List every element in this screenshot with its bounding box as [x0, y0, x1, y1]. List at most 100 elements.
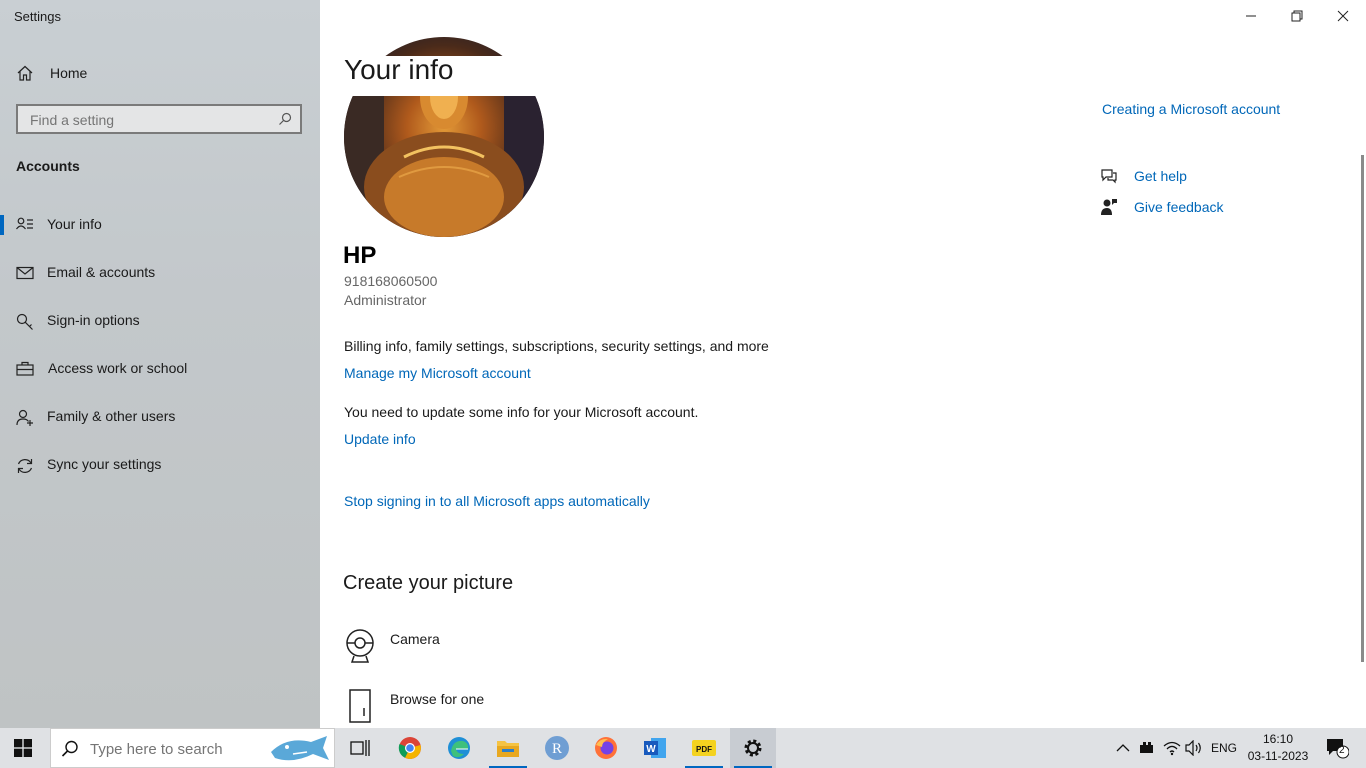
clock[interactable]: 16:10 03-11-2023	[1244, 731, 1312, 765]
home-button[interactable]: Home	[16, 62, 87, 84]
window-title: Settings	[14, 9, 61, 24]
update-description: You need to update some info for your Mi…	[344, 404, 699, 420]
taskbar-search-input[interactable]	[88, 740, 272, 759]
svg-text:W: W	[646, 744, 656, 755]
sidebar: Settings Home Accounts Your info Email &…	[0, 0, 320, 728]
user-phone: 918168060500	[344, 273, 438, 289]
key-icon	[16, 313, 34, 330]
search-icon[interactable]	[278, 112, 292, 131]
notification-icon	[1327, 739, 1349, 759]
header-band	[320, 56, 1366, 96]
sidebar-item-label: Access work or school	[48, 360, 188, 376]
update-info-link[interactable]: Update info	[344, 431, 416, 447]
taskbar: R W PDF ENG 16:10 03-11-2023 2	[0, 728, 1366, 768]
user-role: Administrator	[344, 292, 427, 308]
folder-icon	[497, 741, 519, 757]
network-button[interactable]	[1162, 728, 1182, 768]
minimize-button[interactable]	[1240, 8, 1262, 24]
svg-text:PDF: PDF	[696, 745, 712, 754]
chevron-up-icon	[1116, 744, 1130, 752]
sync-icon	[16, 457, 34, 473]
task-view-icon	[350, 740, 370, 756]
sidebar-item-label: Family & other users	[47, 408, 176, 424]
clock-time: 16:10	[1262, 732, 1294, 746]
restore-icon	[1291, 10, 1303, 22]
search-highlight-icon	[271, 736, 329, 761]
manage-account-link[interactable]: Manage my Microsoft account	[344, 365, 531, 381]
battery-button[interactable]	[1137, 728, 1157, 768]
taskbar-app-r[interactable]: R	[534, 728, 580, 768]
browse-label: Browse for one	[390, 691, 485, 707]
briefcase-icon	[16, 361, 34, 377]
taskbar-app-firefox[interactable]	[583, 728, 629, 768]
language-indicator[interactable]: ENG	[1208, 728, 1240, 768]
give-feedback-link[interactable]: Give feedback	[1134, 199, 1224, 215]
windows-logo-icon	[14, 739, 32, 757]
search-input[interactable]	[28, 111, 272, 129]
taskbar-app-pdf[interactable]: PDF	[681, 728, 727, 768]
person-card-icon	[16, 217, 34, 233]
taskbar-app-edge[interactable]	[436, 728, 482, 768]
camera-label: Camera	[390, 631, 440, 647]
chrome-icon	[398, 737, 421, 759]
gear-icon	[744, 739, 762, 757]
minimize-icon	[1246, 15, 1256, 17]
main-content: Your info HP 918168060500 Administrator …	[320, 0, 1366, 728]
mail-icon	[16, 265, 34, 281]
notification-count: 2	[1339, 745, 1345, 756]
sidebar-item-label: Sync your settings	[47, 456, 162, 472]
taskbar-app-file-explorer[interactable]	[485, 728, 531, 768]
camera-icon	[344, 628, 376, 669]
taskbar-search[interactable]	[50, 728, 335, 768]
battery-icon	[1140, 742, 1153, 753]
task-view-button[interactable]	[337, 728, 383, 768]
billing-description: Billing info, family settings, subscript…	[344, 338, 769, 354]
give-feedback-icon	[1100, 198, 1118, 221]
sidebar-item-family-other-users[interactable]: Family & other users	[0, 397, 320, 437]
sidebar-item-access-work-or-school[interactable]: Access work or school	[0, 349, 320, 389]
sidebar-item-your-info[interactable]: Your info	[0, 205, 320, 245]
action-center-button[interactable]: 2	[1320, 728, 1354, 768]
clock-date: 03-11-2023	[1247, 749, 1309, 763]
scrollbar[interactable]	[1361, 155, 1364, 662]
svg-text:R: R	[552, 741, 562, 757]
close-icon	[1337, 10, 1349, 22]
user-name: HP	[343, 242, 377, 269]
sidebar-item-sign-in-options[interactable]: Sign-in options	[0, 301, 320, 341]
browse-file-icon	[344, 688, 376, 729]
browse-option[interactable]: Browse for one	[344, 688, 744, 728]
taskbar-app-chrome[interactable]	[387, 728, 433, 768]
get-help-icon	[1100, 167, 1118, 190]
edge-icon	[448, 737, 470, 759]
search-box[interactable]	[16, 104, 302, 134]
sidebar-item-label: Sign-in options	[47, 312, 140, 328]
section-title-accounts: Accounts	[16, 158, 80, 174]
taskbar-app-settings[interactable]	[730, 728, 776, 768]
volume-button[interactable]	[1184, 728, 1204, 768]
home-label: Home	[50, 65, 88, 81]
word-icon: W	[644, 738, 666, 758]
page-title: Your info	[344, 54, 454, 85]
firefox-icon	[595, 737, 617, 759]
home-icon	[16, 64, 36, 82]
speaker-icon	[1185, 740, 1201, 756]
close-button[interactable]	[1332, 8, 1354, 24]
stop-signing-in-link[interactable]: Stop signing in to all Microsoft apps au…	[344, 493, 650, 509]
pdf-icon: PDF	[692, 740, 716, 756]
search-icon	[61, 740, 78, 757]
create-picture-heading: Create your picture	[343, 572, 514, 594]
sidebar-item-sync-settings[interactable]: Sync your settings	[0, 445, 320, 485]
sidebar-item-label: Your info	[47, 216, 102, 232]
wifi-icon	[1163, 741, 1181, 756]
camera-option[interactable]: Camera	[344, 628, 744, 668]
sidebar-item-label: Email & accounts	[47, 264, 156, 280]
r-app-icon: R	[545, 736, 569, 760]
get-help-link[interactable]: Get help	[1134, 168, 1187, 184]
sidebar-item-email-accounts[interactable]: Email & accounts	[0, 253, 320, 293]
taskbar-app-word[interactable]: W	[632, 728, 678, 768]
person-add-icon	[16, 409, 34, 426]
start-button[interactable]	[0, 728, 46, 768]
restore-button[interactable]	[1286, 8, 1308, 24]
creating-account-link[interactable]: Creating a Microsoft account	[1102, 101, 1280, 117]
show-hidden-icons-button[interactable]	[1113, 728, 1133, 768]
